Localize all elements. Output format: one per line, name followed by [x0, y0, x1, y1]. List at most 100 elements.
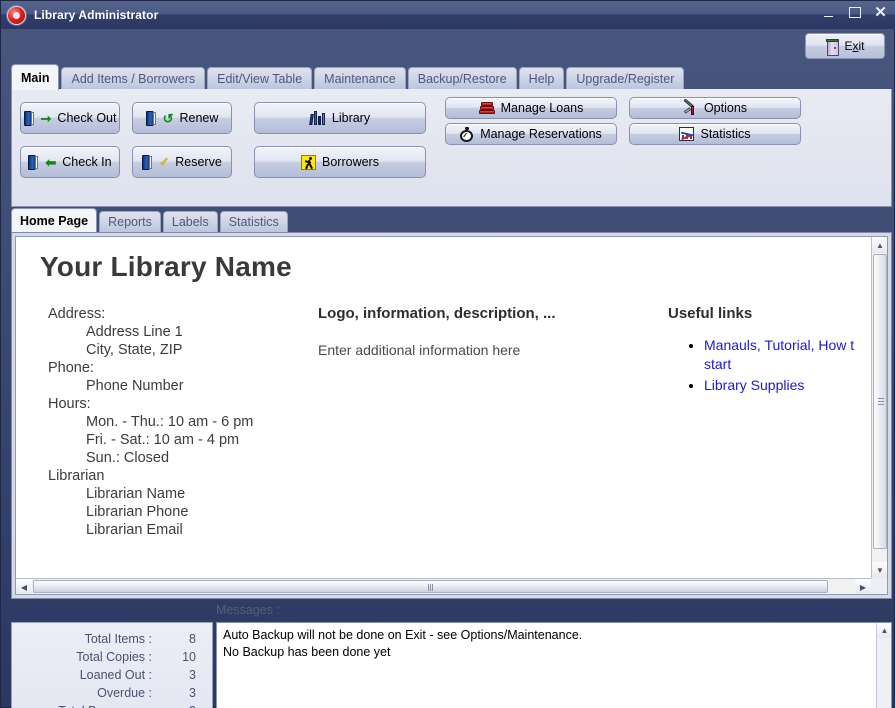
- info-value-librarian-email: Librarian Email: [48, 521, 318, 539]
- statistics-label: Statistics: [700, 127, 750, 141]
- counter-value: 8: [152, 630, 206, 648]
- manage-loans-button[interactable]: Manage Loans: [445, 97, 617, 119]
- counter-row-total-items: Total Items : 8: [12, 630, 212, 648]
- useful-links-heading: Useful links: [668, 305, 854, 322]
- borrowers-button[interactable]: Borrowers: [254, 146, 426, 178]
- title-bar: Library Administrator ✕: [1, 1, 895, 29]
- content-horizontal-scrollbar[interactable]: ◀ ▶: [16, 578, 871, 594]
- application-window: Library Administrator ✕ Exit Main Add It…: [0, 0, 895, 708]
- minimize-button[interactable]: [821, 5, 836, 20]
- home-page-scroll-container: Your Library Name Address: Address Line …: [15, 236, 888, 595]
- scroll-up-button[interactable]: ▲: [872, 237, 888, 253]
- check-out-label: Check Out: [57, 111, 116, 125]
- reserve-label: Reserve: [175, 155, 222, 169]
- sub-tab-strip: Home Page Reports Labels Statistics: [11, 208, 892, 232]
- useful-links-column: Useful links Manauls, Tutorial, How to s…: [668, 305, 854, 539]
- arrow-right-icon: ➞: [41, 112, 52, 125]
- statistics-button[interactable]: Statistics: [629, 123, 801, 145]
- scroll-right-button[interactable]: ▶: [855, 579, 871, 595]
- maximize-button[interactable]: [847, 5, 862, 20]
- counter-label: Total Copies :: [12, 648, 152, 666]
- info-value-phone: Phone Number: [48, 377, 318, 395]
- list-item: Manauls, Tutorial, How to start: [704, 336, 854, 374]
- info-term-librarian: Librarian: [48, 467, 318, 485]
- options-button[interactable]: Options: [629, 97, 801, 119]
- options-label: Options: [704, 101, 747, 115]
- horizontal-scroll-thumb[interactable]: [33, 580, 828, 593]
- scroll-left-button[interactable]: ◀: [16, 579, 32, 595]
- tab-main[interactable]: Main: [11, 64, 59, 90]
- exit-button-row: Exit: [5, 30, 892, 62]
- check-in-button[interactable]: ⬅ Check In: [20, 146, 120, 178]
- info-value-librarian-name: Librarian Name: [48, 485, 318, 503]
- window-title: Library Administrator: [34, 8, 158, 22]
- message-line: No Backup has been done yet: [223, 644, 885, 661]
- chart-icon: [679, 127, 694, 141]
- message-line: Auto Backup will not be done on Exit - s…: [223, 627, 885, 644]
- home-page-document: Your Library Name Address: Address Line …: [16, 237, 854, 562]
- counter-value: 2: [152, 702, 206, 708]
- tab-backup-restore[interactable]: Backup/Restore: [408, 67, 517, 89]
- manage-reservations-label: Manage Reservations: [480, 127, 602, 141]
- link-library-supplies[interactable]: Library Supplies: [704, 377, 804, 393]
- manage-reservations-button[interactable]: Manage Reservations: [445, 123, 617, 145]
- scrollbar-corner: [871, 578, 887, 594]
- counter-row-total-borrowers: Total Borrowers : 2: [12, 702, 212, 708]
- subtab-statistics[interactable]: Statistics: [220, 211, 288, 232]
- counter-label: Loaned Out :: [12, 666, 152, 684]
- counter-label: Total Items :: [12, 630, 152, 648]
- messages-vertical-scrollbar[interactable]: ▲ ▼: [876, 623, 891, 708]
- tab-edit-view-table[interactable]: Edit/View Table: [207, 67, 312, 89]
- renew-label: Renew: [179, 111, 218, 125]
- book-in-icon: [28, 155, 41, 170]
- main-toolbar: ➞ Check Out ⬅ Check In ↺ Renew ✓ Reserve: [11, 89, 892, 207]
- info-value-address-line1: Address Line 1: [48, 323, 318, 341]
- messages-scroll-up-button[interactable]: ▲: [877, 623, 892, 638]
- useful-links-list: Manauls, Tutorial, How to start Library …: [668, 336, 854, 395]
- content-vertical-scrollbar[interactable]: ▲ ▼: [871, 237, 887, 578]
- refresh-arrow-icon: ↺: [163, 112, 174, 125]
- subtab-reports[interactable]: Reports: [99, 211, 161, 232]
- exit-button[interactable]: Exit: [805, 33, 885, 59]
- book-reserve-icon: [142, 155, 155, 170]
- tab-upgrade-register[interactable]: Upgrade/Register: [566, 67, 684, 89]
- counter-value: 3: [152, 684, 206, 702]
- vertical-scroll-thumb[interactable]: [873, 254, 887, 549]
- reserve-button[interactable]: ✓ Reserve: [132, 146, 232, 178]
- tab-help[interactable]: Help: [519, 67, 565, 89]
- info-term-address: Address:: [48, 305, 318, 323]
- borrowers-label: Borrowers: [322, 155, 379, 169]
- scroll-grip-icon: [428, 584, 435, 591]
- tools-icon: [683, 101, 698, 116]
- description-heading: Logo, information, description, ...: [318, 305, 668, 322]
- tab-maintenance[interactable]: Maintenance: [314, 67, 406, 89]
- library-button[interactable]: Library: [254, 102, 426, 134]
- link-manuals-tutorial[interactable]: Manauls, Tutorial, How to start: [704, 337, 854, 372]
- books-shelf-icon: [310, 111, 326, 125]
- tab-add-items-borrowers[interactable]: Add Items / Borrowers: [61, 67, 205, 89]
- list-item: Library Supplies: [704, 376, 854, 395]
- library-info-column: Address: Address Line 1 City, State, ZIP…: [32, 305, 318, 539]
- check-out-button[interactable]: ➞ Check Out: [20, 102, 120, 134]
- page-title: Your Library Name: [40, 251, 838, 283]
- check-in-label: Check In: [62, 155, 111, 169]
- info-term-phone: Phone:: [48, 359, 318, 377]
- description-text: Enter additional information here: [318, 342, 668, 358]
- renew-button[interactable]: ↺ Renew: [132, 102, 232, 134]
- subtab-labels[interactable]: Labels: [163, 211, 218, 232]
- description-column: Logo, information, description, ... Ente…: [318, 305, 668, 539]
- subtab-home-page[interactable]: Home Page: [11, 208, 97, 232]
- stacked-books-icon: [479, 102, 495, 115]
- window-controls: ✕: [821, 5, 888, 20]
- messages-textarea[interactable]: Auto Backup will not be done on Exit - s…: [216, 622, 892, 708]
- scroll-down-button[interactable]: ▼: [872, 562, 888, 578]
- counter-row-loaned-out: Loaned Out : 3: [12, 666, 212, 684]
- exit-button-label: Exit: [844, 39, 864, 53]
- arrow-left-icon: ⬅: [45, 156, 56, 169]
- info-value-address-line2: City, State, ZIP: [48, 341, 318, 359]
- close-button[interactable]: ✕: [873, 5, 888, 20]
- info-value-hours-3: Sun.: Closed: [48, 449, 318, 467]
- walking-person-icon: [301, 155, 316, 170]
- info-value-hours-1: Mon. - Thu.: 10 am - 6 pm: [48, 413, 318, 431]
- messages-content: Auto Backup will not be done on Exit - s…: [217, 623, 891, 665]
